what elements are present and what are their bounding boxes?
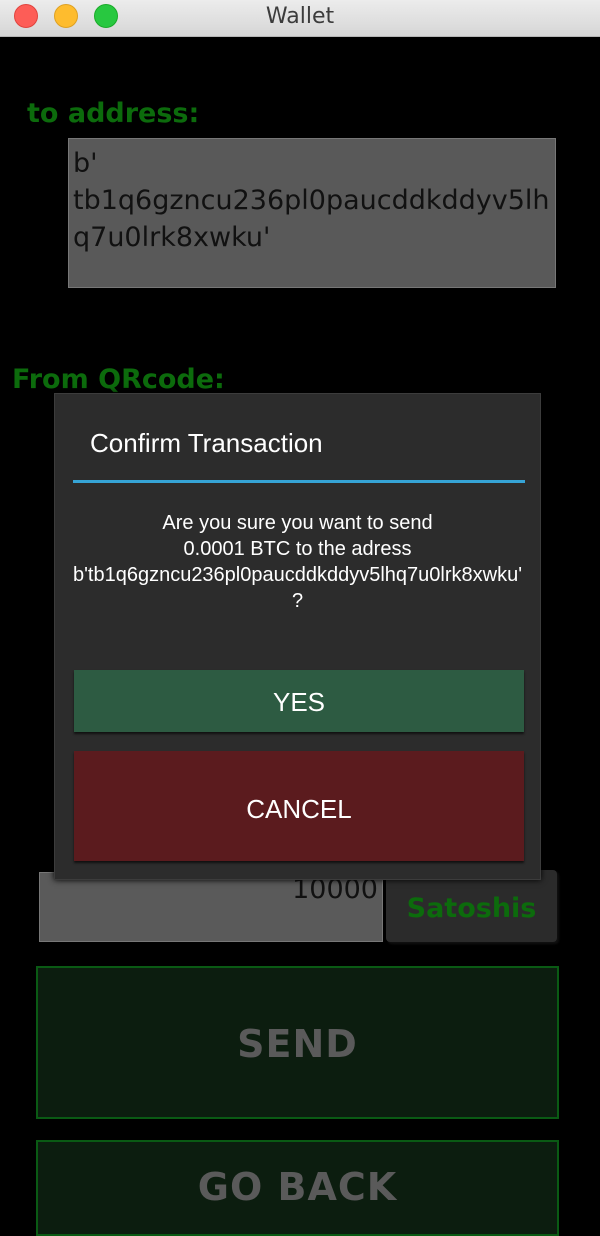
address-text: b' tb1q6gzncu236pl0paucddkddyv5lh q7u0lr… — [73, 148, 550, 253]
address-input[interactable]: b' tb1q6gzncu236pl0paucddkddyv5lh q7u0lr… — [68, 138, 556, 288]
dialog-message-line: b'tb1q6gzncu236pl0paucddkddyv5lhq7u0lrk8… — [72, 564, 523, 586]
send-button[interactable]: SEND — [36, 966, 559, 1119]
amount-input[interactable]: 10000 — [39, 872, 383, 942]
dialog-title: Confirm Transaction — [90, 428, 323, 458]
dialog-title-divider — [73, 480, 525, 483]
wallet-window: Wallet to address: b' tb1q6gzncu236pl0pa… — [0, 0, 600, 1236]
go-back-button[interactable]: GO BACK — [36, 1140, 559, 1236]
unit-selector-button[interactable]: Satoshis — [386, 870, 557, 942]
cancel-button[interactable]: CANCEL — [74, 751, 524, 861]
dialog-message-line: 0.0001 BTC to the adress — [183, 538, 412, 560]
dialog-message: Are you sure you want to send 0.0001 BTC… — [55, 510, 540, 614]
dialog-message-line: ? — [291, 590, 304, 612]
confirm-dialog: Confirm Transaction Are you sure you wan… — [54, 393, 541, 880]
from-qrcode-label: From QRcode: — [12, 364, 225, 395]
to-address-label: to address: — [27, 98, 200, 129]
window-title: Wallet — [265, 4, 335, 29]
dialog-message-line: Are you sure you want to send — [162, 512, 433, 534]
yes-button[interactable]: YES — [74, 670, 524, 732]
title-bar: Wallet — [0, 0, 600, 37]
